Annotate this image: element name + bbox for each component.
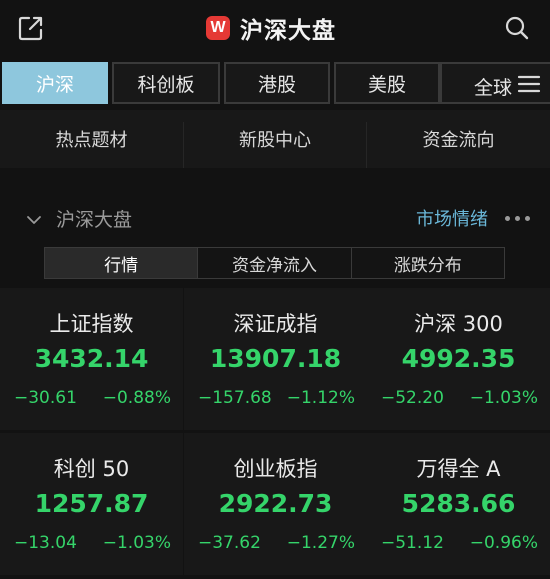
top-bar: W 沪深大盘: [0, 0, 550, 56]
index-change-pct: −1.27%: [286, 533, 355, 553]
app-logo: W: [206, 16, 230, 40]
subtab-quotes[interactable]: 行情: [45, 248, 199, 278]
dot: [525, 216, 530, 221]
tab-hk-stocks[interactable]: 港股: [224, 62, 330, 104]
dot: [505, 216, 510, 221]
more-options-icon[interactable]: [505, 216, 530, 221]
index-price: 2922.73: [218, 489, 333, 518]
shortcut-ipo-center[interactable]: 新股中心: [184, 110, 366, 168]
menu-icon[interactable]: [516, 74, 542, 94]
index-price: 1257.87: [34, 489, 149, 518]
section-title: 沪深大盘: [56, 209, 133, 231]
tab-star-market[interactable]: 科创板: [112, 62, 220, 104]
index-change: −13.04: [14, 533, 77, 553]
index-name: 上证指数: [49, 312, 134, 336]
subtab-distribution[interactable]: 涨跌分布: [352, 248, 504, 278]
page-title: 沪深大盘: [240, 18, 336, 44]
chevron-down-icon[interactable]: [26, 211, 42, 224]
index-change-pct: −1.03%: [469, 388, 538, 408]
index-card[interactable]: 深证成指 13907.18 −157.68 −1.12%: [184, 288, 367, 430]
index-change: −157.68: [198, 388, 272, 408]
section-header: 沪深大盘 市场情绪: [0, 196, 550, 244]
index-name: 深证成指: [233, 312, 318, 336]
index-change-pct: −0.88%: [102, 388, 171, 408]
index-name: 科创 50: [53, 457, 130, 481]
index-card[interactable]: 万得全 A 5283.66 −51.12 −0.96%: [367, 433, 550, 575]
index-grid: 上证指数 3432.14 −30.61 −0.88% 深证成指 13907.18…: [0, 288, 550, 579]
search-icon[interactable]: [504, 15, 530, 41]
tab-us-stocks[interactable]: 美股: [334, 62, 440, 104]
share-external-icon[interactable]: [18, 15, 44, 41]
index-name: 万得全 A: [416, 457, 501, 481]
dot: [515, 216, 520, 221]
index-price: 4992.35: [401, 344, 516, 373]
index-name: 沪深 300: [414, 312, 503, 336]
index-card[interactable]: 上证指数 3432.14 −30.61 −0.88%: [0, 288, 183, 430]
market-sentiment-link[interactable]: 市场情绪: [416, 205, 488, 231]
sub-tabs: 行情 资金净流入 涨跌分布: [44, 247, 505, 279]
title-group: W 沪深大盘: [206, 13, 336, 44]
index-change: −37.62: [198, 533, 261, 553]
index-name: 创业板指: [233, 457, 318, 481]
index-card[interactable]: 科创 50 1257.87 −13.04 −1.03%: [0, 433, 183, 575]
index-price: 3432.14: [34, 344, 149, 373]
subtab-net-inflow[interactable]: 资金净流入: [198, 248, 352, 278]
tab-global[interactable]: 全球: [440, 62, 550, 104]
index-change: −52.20: [381, 388, 444, 408]
tab-hushen[interactable]: 沪深: [2, 62, 108, 104]
shortcut-hot-topics[interactable]: 热点题材: [0, 110, 183, 168]
index-change-pct: −0.96%: [469, 533, 538, 553]
tab-global-label: 全球: [474, 77, 513, 99]
index-price: 13907.18: [209, 344, 342, 373]
shortcut-row: 热点题材 新股中心 资金流向: [0, 110, 550, 168]
index-change: −51.12: [381, 533, 444, 553]
index-card[interactable]: 创业板指 2922.73 −37.62 −1.27%: [184, 433, 367, 575]
index-change-pct: −1.12%: [286, 388, 355, 408]
index-price: 5283.66: [401, 489, 516, 518]
shortcut-fund-flow[interactable]: 资金流向: [367, 110, 550, 168]
index-change-pct: −1.03%: [102, 533, 171, 553]
index-change: −30.61: [14, 388, 77, 408]
index-card[interactable]: 沪深 300 4992.35 −52.20 −1.03%: [367, 288, 550, 430]
